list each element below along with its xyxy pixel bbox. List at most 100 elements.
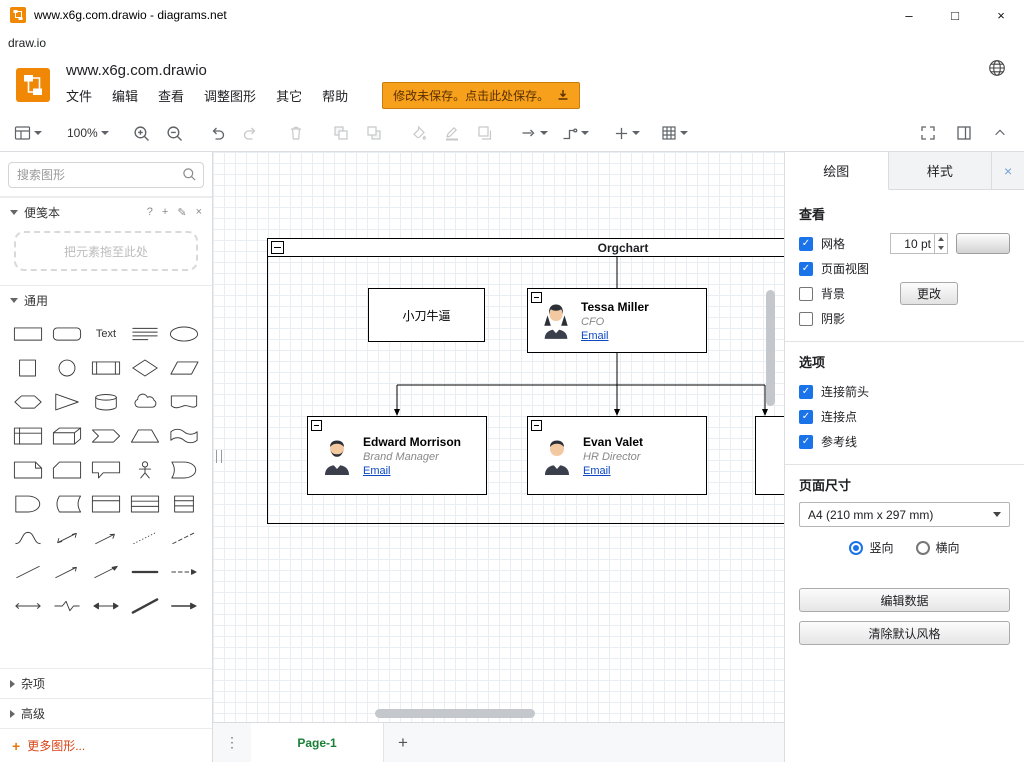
page-view-checkbox[interactable] <box>799 262 813 276</box>
shape-circle[interactable] <box>47 353 86 382</box>
grid-size-spinner[interactable] <box>934 234 947 253</box>
scratchpad-help-icon[interactable]: ? <box>147 206 153 219</box>
menu-help[interactable]: 帮助 <box>322 86 348 105</box>
shape-trapezoid[interactable] <box>126 421 165 450</box>
section-advanced-header[interactable]: 高级 <box>0 698 212 728</box>
landscape-radio[interactable] <box>916 541 930 555</box>
shadow-button[interactable] <box>475 120 495 146</box>
change-background-button[interactable]: 更改 <box>900 282 958 305</box>
shape-card[interactable] <box>47 455 86 484</box>
page-size-select[interactable]: A4 (210 mm x 297 mm) <box>799 502 1010 527</box>
shape-directional-arrow[interactable] <box>165 591 204 620</box>
scratchpad-dropzone[interactable]: 把元素拖至此处 <box>14 231 198 271</box>
shape-document[interactable] <box>165 387 204 416</box>
grid-size-input[interactable]: 10 pt <box>890 233 948 254</box>
shape-cube[interactable] <box>47 421 86 450</box>
email-link[interactable]: Email <box>363 465 461 477</box>
shape-rounded-rectangle[interactable] <box>47 319 86 348</box>
app-menu-drawio[interactable]: draw.io <box>8 36 46 50</box>
shape-link[interactable] <box>47 591 86 620</box>
format-panel-toggle-button[interactable] <box>954 120 974 146</box>
node-collapse-icon[interactable] <box>311 420 322 431</box>
shape-callout[interactable] <box>86 455 125 484</box>
menu-edit[interactable]: 编辑 <box>112 86 138 105</box>
sidebar-resize-handle[interactable] <box>216 450 222 463</box>
grid-checkbox[interactable] <box>799 237 813 251</box>
fill-color-button[interactable] <box>409 120 429 146</box>
grid-color-button[interactable] <box>956 233 1010 254</box>
node-collapse-icon[interactable] <box>531 420 542 431</box>
close-button[interactable]: × <box>978 0 1024 30</box>
shape-note[interactable] <box>8 455 47 484</box>
shape-horizontal-line[interactable] <box>126 557 165 586</box>
insert-button[interactable] <box>614 120 640 146</box>
panel-close-icon[interactable]: × <box>992 152 1024 189</box>
shape-dashed-arrow[interactable] <box>165 557 204 586</box>
spin-up-icon[interactable] <box>935 234 947 244</box>
connection-style-button[interactable] <box>520 120 548 146</box>
node-edward-morrison[interactable]: Edward Morrison Brand Manager Email <box>307 416 487 495</box>
minimize-button[interactable]: – <box>886 0 932 30</box>
frame-collapse-icon[interactable] <box>271 241 284 254</box>
redo-button[interactable] <box>241 120 261 146</box>
zoom-dropdown-button[interactable]: 100% <box>67 120 109 146</box>
clear-default-style-button[interactable]: 清除默认风格 <box>799 621 1010 645</box>
menu-arrange[interactable]: 调整图形 <box>204 86 256 105</box>
waypoints-button[interactable] <box>561 120 589 146</box>
shape-or[interactable] <box>165 455 204 484</box>
shape-hexagon[interactable] <box>8 387 47 416</box>
shape-internal-storage[interactable] <box>8 421 47 450</box>
shape-text[interactable]: Text <box>86 319 125 348</box>
node-plain[interactable]: 小刀牛逼 <box>368 288 485 342</box>
connection-arrows-checkbox[interactable] <box>799 385 813 399</box>
shape-and[interactable] <box>8 489 47 518</box>
search-input[interactable] <box>8 162 204 188</box>
shape-curve[interactable] <box>8 523 47 552</box>
shape-process[interactable] <box>86 353 125 382</box>
to-front-button[interactable] <box>331 120 351 146</box>
shape-bold-line[interactable] <box>126 591 165 620</box>
shape-cloud[interactable] <box>126 387 165 416</box>
shape-parallelogram[interactable] <box>165 353 204 382</box>
shape-solid-line[interactable] <box>8 557 47 586</box>
shape-actor[interactable] <box>126 455 165 484</box>
to-back-button[interactable] <box>364 120 384 146</box>
menu-file[interactable]: 文件 <box>66 86 92 105</box>
email-link[interactable]: Email <box>583 465 643 477</box>
zoom-out-button[interactable] <box>165 120 185 146</box>
guides-checkbox[interactable] <box>799 435 813 449</box>
fullscreen-button[interactable] <box>918 120 938 146</box>
edit-data-button[interactable]: 编辑数据 <box>799 588 1010 612</box>
email-link[interactable]: Email <box>581 330 649 342</box>
shape-container[interactable] <box>86 489 125 518</box>
shape-filled-arrow[interactable] <box>86 557 125 586</box>
spin-down-icon[interactable] <box>935 244 947 254</box>
shape-tape[interactable] <box>165 421 204 450</box>
shape-list[interactable] <box>126 489 165 518</box>
tab-diagram[interactable]: 绘图 <box>785 152 889 190</box>
zoom-in-button[interactable] <box>132 120 152 146</box>
shape-square[interactable] <box>8 353 47 382</box>
unsaved-changes-banner[interactable]: 修改未保存。点击此处保存。 <box>382 82 580 109</box>
canvas-vertical-scrollbar[interactable] <box>766 290 775 406</box>
section-general-header[interactable]: 通用 <box>0 285 212 315</box>
add-page-button[interactable]: + <box>384 723 422 762</box>
tab-style[interactable]: 样式 <box>889 152 993 189</box>
scratchpad-close-icon[interactable]: × <box>196 206 202 219</box>
connection-points-checkbox[interactable] <box>799 410 813 424</box>
shape-bidirectional-arrow[interactable] <box>47 523 86 552</box>
shape-ellipse[interactable] <box>165 319 204 348</box>
shape-diamond[interactable] <box>126 353 165 382</box>
delete-button[interactable] <box>286 120 306 146</box>
shape-thin-arrow[interactable] <box>47 557 86 586</box>
collapse-toolbar-button[interactable] <box>990 120 1010 146</box>
section-misc-header[interactable]: 杂项 <box>0 668 212 698</box>
line-color-button[interactable] <box>442 120 462 146</box>
portrait-option[interactable]: 竖向 <box>849 539 893 556</box>
shape-double-arrow[interactable] <box>86 591 125 620</box>
menu-extras[interactable]: 其它 <box>276 86 302 105</box>
node-evan-valet[interactable]: Evan Valet HR Director Email <box>527 416 707 495</box>
shape-data-storage[interactable] <box>47 489 86 518</box>
shape-triangle[interactable] <box>47 387 86 416</box>
shape-horizontal-arrow[interactable] <box>8 591 47 620</box>
